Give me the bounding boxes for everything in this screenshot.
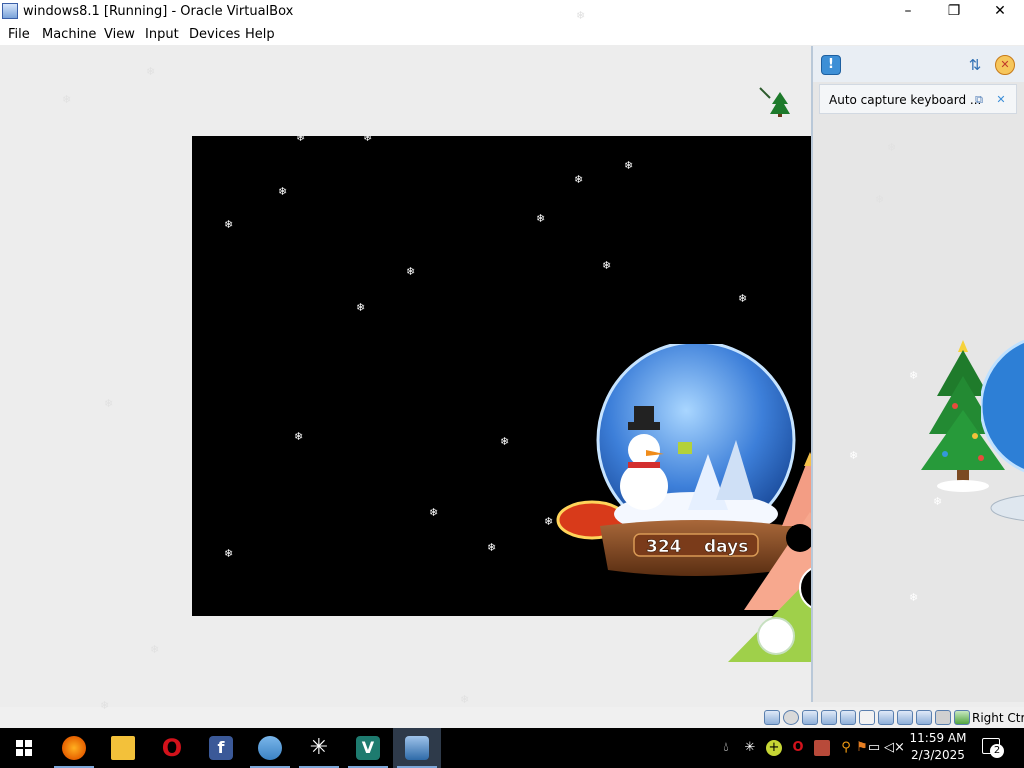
magnifier-icon[interactable]: ⚲ — [838, 740, 854, 756]
snowflake-icon: ❄ — [62, 93, 72, 106]
notification-text: Auto capture keyboard ... — [829, 93, 982, 107]
cpu-icon[interactable] — [935, 710, 951, 725]
mouse-integration-icon[interactable] — [954, 710, 970, 725]
menu-file[interactable]: File — [8, 27, 30, 42]
taskbar-app-facebook[interactable]: f — [197, 728, 245, 768]
shared-folders-icon[interactable] — [859, 710, 875, 725]
plus-circle-icon[interactable]: + — [766, 740, 782, 756]
info-icon[interactable]: ! — [821, 55, 841, 75]
virtualbox-app-icon[interactable] — [2, 3, 18, 19]
display-icon[interactable] — [878, 710, 894, 725]
taskbar: O f ✳ V 💧︎ ✳ + O ⚲ ⚑ ▭ ◁× 11:59 AM 2/3/2… — [0, 728, 1024, 768]
snowflake-icon: ❄ — [849, 449, 859, 462]
menu-help[interactable]: Help — [245, 27, 275, 42]
snowflake-icon: ❄ — [909, 369, 919, 382]
taskbar-app-people[interactable] — [246, 728, 294, 768]
snowflake-icon: ❄ — [150, 643, 160, 656]
snowflake-icon: ❄ — [429, 506, 439, 519]
snowflake-icon: ❄ — [406, 265, 416, 278]
usb-icon[interactable] — [840, 710, 856, 725]
title-bar: windows8.1 [Running] - Oracle VirtualBox… — [0, 0, 1024, 24]
windows-logo-icon — [16, 740, 32, 756]
snowflake-icon: ❄ — [536, 212, 546, 225]
snowflake-icon: ❄ — [887, 141, 897, 154]
veracrypt-icon: V — [356, 736, 380, 760]
countdown-value: 324 — [646, 537, 682, 557]
clock-time[interactable]: 11:59 AM — [906, 731, 970, 745]
audio-icon[interactable] — [802, 710, 818, 725]
menu-bar: File Machine View Input Devices Help — [0, 24, 1024, 45]
close-button[interactable]: ✕ — [977, 0, 1023, 24]
close-icon[interactable]: ✕ — [994, 93, 1008, 106]
virtualbox-icon — [405, 736, 429, 760]
snowflake-icon: ❄ — [602, 259, 612, 272]
optical-drive-icon[interactable] — [783, 710, 799, 725]
snowflake-icon: ❄ — [738, 292, 748, 305]
snowflake-icon: ❄ — [875, 193, 885, 206]
host-key-label[interactable]: Right Ctrl — [972, 711, 1024, 725]
menu-view[interactable]: View — [104, 27, 135, 42]
menu-input[interactable]: Input — [145, 27, 179, 42]
help-icon[interactable]: ⧉ — [972, 93, 986, 106]
minimize-button[interactable]: – — [885, 0, 931, 24]
notification-message[interactable]: Auto capture keyboard ... ⧉ ✕ — [819, 84, 1017, 114]
snowflake-icon: ❄ — [363, 136, 373, 144]
notification-header: ! ⇅ ✕ — [813, 46, 1024, 82]
snowflake-icon: ❄ — [909, 591, 919, 604]
taskbar-app-virtualbox[interactable] — [393, 728, 441, 768]
snowflake-icon: ❄ — [100, 699, 110, 712]
close-all-icon[interactable]: ✕ — [995, 55, 1015, 75]
menu-devices[interactable]: Devices — [189, 27, 240, 42]
opera-tray-icon[interactable]: O — [790, 740, 806, 756]
notification-count-badge: 2 — [990, 744, 1004, 758]
snowflake-icon: ✳ — [309, 735, 329, 760]
taskbar-app-opera[interactable]: O — [148, 728, 196, 768]
taskbar-app-file-explorer[interactable] — [99, 728, 147, 768]
snow-globe-icon — [981, 339, 1024, 522]
network-tray-icon[interactable]: ▭ — [866, 740, 882, 756]
folder-icon — [111, 736, 135, 760]
snowflake-icon: ❄ — [356, 301, 366, 314]
menu-machine[interactable]: Machine — [42, 27, 96, 42]
taskbar-app-veracrypt[interactable]: V — [344, 728, 392, 768]
snowflake-icon: ❄ — [487, 541, 497, 554]
snowflake-icon: ❄ — [624, 159, 634, 172]
facebook-icon: f — [209, 736, 233, 760]
printer-icon[interactable] — [814, 740, 830, 756]
start-button[interactable] — [0, 728, 48, 768]
taskbar-app-firefox[interactable] — [50, 728, 98, 768]
snowflake-icon: ❄ — [104, 397, 114, 410]
christmas-tree-icon — [759, 87, 790, 117]
video-capture-icon[interactable] — [897, 710, 913, 725]
network-icon[interactable] — [821, 710, 837, 725]
recording-icon[interactable] — [916, 710, 932, 725]
snowflake-icon: ❄ — [500, 435, 510, 448]
notification-center-panel: ! ⇅ ✕ Auto capture keyboard ... ⧉ ✕ ❄ ❄ … — [811, 46, 1024, 702]
snowflake-icon: ❄ — [278, 185, 288, 198]
clock-date[interactable]: 2/3/2025 — [906, 748, 970, 762]
droplet-icon[interactable]: 💧︎ — [718, 740, 734, 756]
firefox-icon — [62, 736, 86, 760]
sort-icon[interactable]: ⇅ — [966, 55, 984, 75]
hard-disk-icon[interactable] — [764, 710, 780, 725]
snowflake-icon: ❄ — [574, 173, 584, 186]
people-icon — [258, 736, 282, 760]
window-title: windows8.1 [Running] - Oracle VirtualBox — [23, 4, 294, 19]
snowflake-icon: ❄ — [294, 430, 304, 443]
opera-icon: O — [161, 734, 183, 762]
snowflake-icon: ❄ — [146, 65, 156, 78]
status-bar: Right Ctrl — [0, 707, 1024, 728]
snowflake-icon: ❄ — [460, 693, 470, 706]
snowflake-icon: ❄ — [224, 547, 234, 560]
snowflake-tray-icon[interactable]: ✳ — [742, 740, 758, 756]
maximize-button[interactable]: ❐ — [931, 0, 977, 24]
volume-muted-icon[interactable]: ◁× — [884, 740, 905, 756]
snowflake-icon: ❄ — [224, 218, 234, 231]
action-center-button[interactable]: 2 — [980, 736, 1006, 760]
snowflake-icon: ❄ — [296, 136, 306, 144]
snowflake-icon: ❄ — [933, 495, 943, 508]
snowflake-icon: ❄ — [576, 9, 586, 22]
taskbar-app-snowflake[interactable]: ✳ — [295, 728, 343, 768]
